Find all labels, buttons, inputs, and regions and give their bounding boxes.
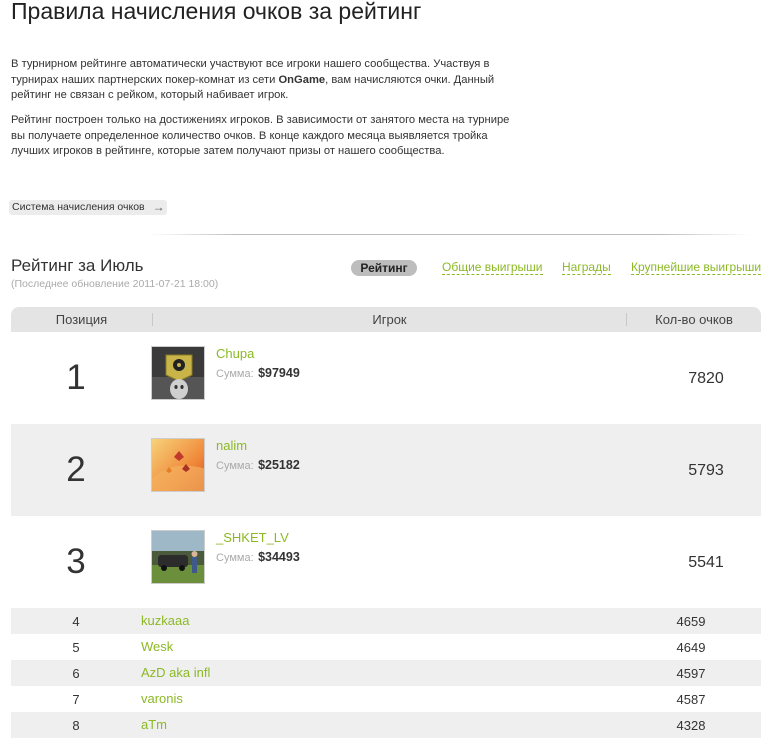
points: 5541 [688,554,724,571]
points: 4649 [676,640,706,655]
points: 4597 [676,666,706,681]
tab-rating[interactable]: Рейтинг [351,260,417,276]
points: 7820 [688,370,724,387]
sum-value: $34493 [258,550,300,564]
header-points: Кол-во очков [626,313,761,326]
player-sum: Сумма: $97949 [216,364,300,382]
table-header: Позиция Игрок Кол-во очков [11,307,761,332]
arrow-right-icon: → [152,200,165,214]
avatar[interactable] [151,346,205,400]
header-position: Позиция [55,312,108,327]
table-row: 5 Wesk 4649 [11,634,761,660]
section-divider [150,234,750,235]
network-name: OnGame [278,73,326,86]
points: 5793 [688,462,724,479]
player-name[interactable]: varonis [141,691,183,706]
intro-paragraph-2: Рейтинг построен только на достижениях и… [11,114,510,157]
rank: 7 [72,692,80,707]
tab-awards[interactable]: Награды [562,260,611,275]
player-sum: Сумма: $25182 [216,456,300,474]
player-name[interactable]: Wesk [141,639,173,654]
player-name[interactable]: nalim [216,438,247,453]
sum-label: Сумма: [216,552,254,564]
points-system-label: Система начисления очков [12,201,145,213]
rank: 1 [66,358,86,397]
player-name[interactable]: _SHKET_LV [216,530,289,545]
rank: 5 [72,640,80,655]
page-title: Правила начисления очков за рейтинг [11,0,422,24]
avatar[interactable] [151,438,205,492]
table-row: 8 aTm 4328 [11,712,761,738]
table-row: 7 varonis 4587 [11,686,761,712]
points-system-link[interactable]: Система начисления очков → [9,200,167,215]
table-row: 4 kuzkaaa 4659 [11,608,761,634]
rating-title: Рейтинг за Июль [11,256,144,275]
intro-paragraph-1: В турнирном рейтинге автоматически участ… [11,57,511,104]
sum-value: $97949 [258,366,300,380]
avatar-nalim-image [152,439,204,491]
player-name[interactable]: kuzkaaa [141,613,189,628]
table-row: 3 _SHKET_LV Сумма: $34493 5541 [11,516,761,608]
player-name[interactable]: AzD aka infl [141,665,210,680]
sum-value: $25182 [258,458,300,472]
rank: 2 [66,450,86,489]
player-name[interactable]: Chupa [216,346,254,361]
player-name[interactable]: aTm [141,717,167,732]
rank: 8 [72,718,80,733]
table-row: 2 nalim Сумма: $25182 5793 [11,424,761,516]
points: 4328 [676,718,706,733]
sum-label: Сумма: [216,368,254,380]
last-updated: (Последнее обновление 2011-07-21 18:00) [11,278,219,290]
rank: 6 [72,666,80,681]
tab-biggest-winnings[interactable]: Крупнейшие выигрыши [631,260,762,275]
points: 4587 [676,692,706,707]
player-sum: Сумма: $34493 [216,548,300,566]
avatar-chupa-image [152,347,204,399]
table-row: 6 AzD aka infl 4597 [11,660,761,686]
tab-total-winnings[interactable]: Общие выигрыши [442,260,543,275]
rank: 4 [72,614,80,629]
avatar[interactable] [151,530,205,584]
table-row: 1 Chupa Сумма: $97949 7820 [11,332,761,424]
points: 4659 [676,614,706,629]
sum-label: Сумма: [216,460,254,472]
rank: 3 [66,542,86,581]
avatar-shket-image [152,531,204,583]
header-player: Игрок [152,313,626,326]
